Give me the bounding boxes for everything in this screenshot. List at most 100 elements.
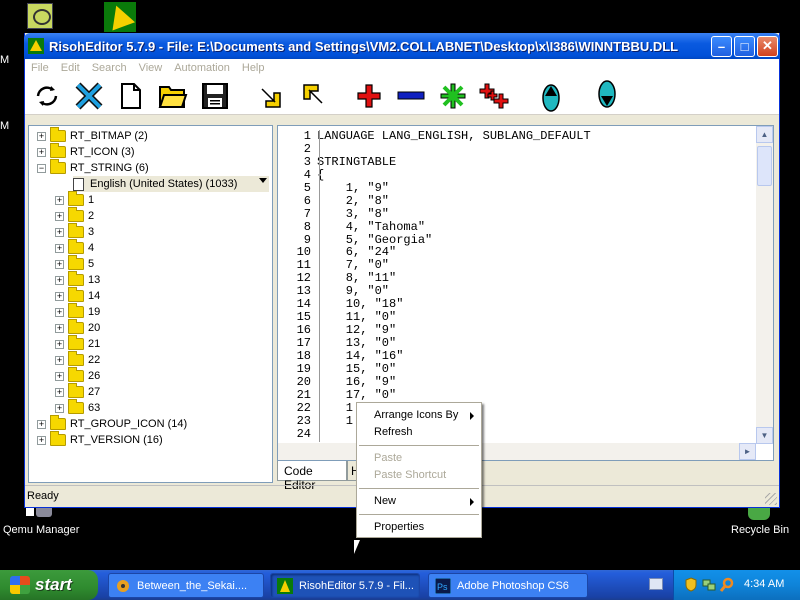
scroll-down-icon[interactable]: ▼ bbox=[756, 427, 773, 444]
task-between-the-sekai[interactable]: Between_the_Sekai.... bbox=[108, 573, 264, 598]
expand-icon[interactable]: + bbox=[55, 387, 64, 397]
keyboard-icon[interactable] bbox=[649, 578, 663, 590]
save-icon[interactable] bbox=[199, 80, 231, 112]
menu-search[interactable]: Search bbox=[92, 62, 127, 74]
menu-edit[interactable]: Edit bbox=[61, 62, 80, 74]
expand-icon[interactable]: + bbox=[55, 259, 64, 269]
cancel-icon[interactable] bbox=[73, 80, 105, 112]
code-text-area[interactable]: 1 LANGUAGE LANG_ENGLISH, SUBLANG_DEFAULT 2… bbox=[284, 130, 754, 442]
tree-item-language-selected[interactable]: English (United States) (1033) bbox=[73, 176, 269, 192]
task-risoheditor[interactable]: RisohEditor 5.7.9 - Fil... bbox=[270, 573, 420, 598]
start-button[interactable]: start bbox=[0, 570, 98, 600]
clock[interactable]: 4:34 AM bbox=[744, 578, 784, 590]
import-icon[interactable] bbox=[255, 80, 287, 112]
expand-icon[interactable]: + bbox=[55, 275, 64, 285]
expand-icon[interactable]: + bbox=[37, 419, 46, 429]
tree-item-string-block[interactable]: +22 bbox=[55, 351, 100, 368]
new-file-icon[interactable] bbox=[115, 80, 147, 112]
expand-icon[interactable]: + bbox=[55, 371, 64, 381]
expand-icon[interactable]: + bbox=[55, 291, 64, 301]
expand-icon[interactable]: + bbox=[37, 147, 46, 157]
tree-item-string-block[interactable]: +13 bbox=[55, 271, 100, 288]
menu-item-refresh[interactable]: Refresh bbox=[358, 424, 480, 441]
horizontal-scrollbar[interactable]: ► bbox=[278, 443, 756, 460]
tree-item-string-block[interactable]: +3 bbox=[55, 223, 94, 240]
maximize-button[interactable]: □ bbox=[734, 35, 755, 57]
tree-item-string-block[interactable]: +63 bbox=[55, 399, 100, 416]
task-adobe-photoshop[interactable]: Ps Adobe Photoshop CS6 bbox=[428, 573, 588, 598]
recycle-bin-label[interactable]: Recycle Bin bbox=[731, 524, 789, 536]
menu-help[interactable]: Help bbox=[242, 62, 265, 74]
tree-item-string-block[interactable]: +14 bbox=[55, 287, 100, 304]
tree-item-label: 1 bbox=[88, 194, 95, 206]
line-number: 2 bbox=[303, 141, 311, 156]
task-label: Between_the_Sekai.... bbox=[137, 579, 248, 592]
refresh-icon[interactable] bbox=[31, 80, 63, 112]
expand-icon[interactable]: + bbox=[37, 131, 46, 141]
qemu-manager-desktop-icon[interactable] bbox=[27, 3, 53, 29]
open-folder-icon[interactable] bbox=[157, 80, 189, 112]
scroll-right-icon[interactable]: ► bbox=[739, 443, 756, 460]
menu-item-new[interactable]: New bbox=[358, 493, 480, 510]
tree-item-rt-version[interactable]: + RT_VERSION (16) bbox=[37, 431, 163, 448]
vertical-scrollbar[interactable]: ▲ ▼ bbox=[756, 126, 773, 444]
menu-item-paste: Paste bbox=[374, 452, 403, 464]
menu-item-arrange-icons-by[interactable]: Arrange Icons By bbox=[358, 407, 480, 424]
tree-item-string-block[interactable]: +4 bbox=[55, 239, 94, 256]
tree-item-string-block[interactable]: +27 bbox=[55, 383, 100, 400]
collapse-icon[interactable]: − bbox=[37, 163, 46, 173]
remove-icon[interactable] bbox=[395, 80, 427, 112]
tree-item-rt-group-icon[interactable]: + RT_GROUP_ICON (14) bbox=[37, 415, 187, 432]
expand-icon[interactable]: + bbox=[55, 211, 64, 221]
move-down-icon[interactable] bbox=[591, 79, 623, 112]
folder-icon bbox=[68, 399, 84, 414]
code-editor[interactable]: 1 LANGUAGE LANG_ENGLISH, SUBLANG_DEFAULT 2… bbox=[277, 125, 774, 461]
tree-item-string-block[interactable]: +1 bbox=[55, 191, 95, 208]
tab-code-editor[interactable]: Code Editor bbox=[277, 461, 347, 492]
tree-item-string-block[interactable]: +26 bbox=[55, 367, 100, 384]
title-bar[interactable]: RisohEditor 5.7.9 - File: E:\Documents a… bbox=[24, 33, 780, 59]
minimize-button[interactable]: – bbox=[711, 35, 732, 57]
tree-item-string-block[interactable]: +2 bbox=[55, 207, 94, 224]
resource-tree[interactable]: + RT_BITMAP (2) + RT_ICON (3) − RT_STRIN… bbox=[28, 125, 273, 483]
menu-view[interactable]: View bbox=[139, 62, 163, 74]
expand-icon[interactable]: + bbox=[55, 227, 64, 237]
tree-item-rt-icon[interactable]: + RT_ICON (3) bbox=[37, 143, 135, 160]
expand-icon[interactable]: + bbox=[55, 355, 64, 365]
tree-item-string-block[interactable]: +5 bbox=[55, 255, 94, 272]
risoheditor-desktop-icon[interactable] bbox=[104, 2, 136, 32]
expand-icon[interactable]: + bbox=[55, 403, 64, 413]
scroll-up-icon[interactable]: ▲ bbox=[756, 126, 773, 143]
folder-icon bbox=[68, 255, 84, 270]
expand-icon[interactable]: + bbox=[55, 323, 64, 333]
qemu-manager-label[interactable]: Qemu Manager bbox=[3, 524, 79, 536]
tree-item-string-block[interactable]: +21 bbox=[55, 335, 100, 352]
tree-item-string-block[interactable]: +20 bbox=[55, 319, 100, 336]
security-shield-icon[interactable] bbox=[684, 577, 698, 592]
expand-icon[interactable]: + bbox=[55, 243, 64, 253]
modify-icon[interactable] bbox=[437, 80, 469, 112]
search-icon[interactable] bbox=[720, 577, 734, 592]
resize-grip-icon[interactable] bbox=[765, 493, 777, 505]
scroll-thumb[interactable] bbox=[757, 146, 772, 186]
tree-item-string-block[interactable]: +19 bbox=[55, 303, 100, 320]
tree-item-rt-string[interactable]: − RT_STRING (6) bbox=[37, 159, 149, 176]
windows-logo-icon bbox=[10, 576, 30, 594]
move-up-icon[interactable] bbox=[535, 80, 567, 112]
network-icon[interactable] bbox=[702, 577, 716, 592]
expand-icon[interactable]: + bbox=[37, 435, 46, 445]
app-icon[interactable] bbox=[28, 38, 44, 54]
expand-icon[interactable]: + bbox=[55, 195, 64, 205]
expand-icon[interactable]: + bbox=[55, 307, 64, 317]
menu-file[interactable]: File bbox=[31, 62, 49, 74]
export-icon[interactable] bbox=[297, 80, 329, 112]
expand-icon[interactable]: + bbox=[55, 339, 64, 349]
close-button[interactable]: ✕ bbox=[757, 35, 778, 57]
menu-automation[interactable]: Automation bbox=[174, 62, 230, 74]
tree-item-rt-bitmap[interactable]: + RT_BITMAP (2) bbox=[37, 127, 148, 144]
shortcut-arrow-icon bbox=[25, 507, 35, 517]
add-multiple-icon[interactable] bbox=[479, 80, 511, 112]
menu-item-properties[interactable]: Properties bbox=[358, 519, 480, 536]
dropdown-arrow-icon[interactable] bbox=[259, 178, 267, 183]
add-icon[interactable] bbox=[353, 80, 385, 112]
